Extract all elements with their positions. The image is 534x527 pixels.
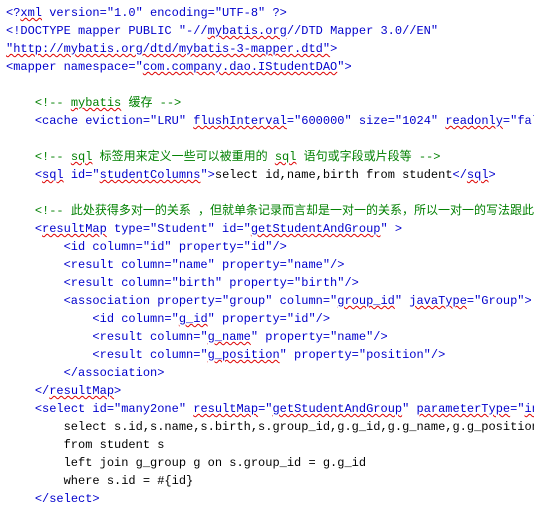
code-line: </resultMap>: [6, 382, 528, 400]
code-line: <resultMap type="Student" id="getStudent…: [6, 220, 528, 238]
code-line: <association property="group" column="gr…: [6, 292, 528, 310]
code-line: [6, 184, 528, 202]
code-line: where s.id = #{id}: [6, 472, 528, 490]
code-line: <result column="g_name" property="name"/…: [6, 328, 528, 346]
code-line: <cache eviction="LRU" flushInterval="600…: [6, 112, 528, 130]
code-line: <?xml version="1.0" encoding="UTF-8" ?>: [6, 4, 528, 22]
code-line: "http://mybatis.org/dtd/mybatis-3-mapper…: [6, 40, 528, 58]
code-line: <!-- 此处获得多对一的关系 ，但就单条记录而言却是一对一的关系，所以一对一的…: [6, 202, 528, 220]
code-line: </association>: [6, 364, 528, 382]
code-line: <result column="g_position" property="po…: [6, 346, 528, 364]
code-line: from student s: [6, 436, 528, 454]
code-line: </select>: [6, 490, 528, 508]
code-block: <?xml version="1.0" encoding="UTF-8" ?><…: [6, 4, 528, 508]
code-line: <mapper namespace="com.company.dao.IStud…: [6, 58, 528, 76]
code-line: <select id="many2one" resultMap="getStud…: [6, 400, 528, 418]
code-line: <result column="name" property="name"/>: [6, 256, 528, 274]
code-line: <result column="birth" property="birth"/…: [6, 274, 528, 292]
code-line: <!DOCTYPE mapper PUBLIC "-//mybatis.org/…: [6, 22, 528, 40]
code-line: left join g_group g on s.group_id = g.g_…: [6, 454, 528, 472]
code-line: select s.id,s.name,s.birth,s.group_id,g.…: [6, 418, 528, 436]
code-line: [6, 76, 528, 94]
code-line: <sql id="studentColumns">select id,name,…: [6, 166, 528, 184]
code-line: [6, 130, 528, 148]
code-line: <!-- mybatis 缓存 -->: [6, 94, 528, 112]
code-line: <!-- sql 标签用来定义一些可以被重用的 sql 语句或字段或片段等 --…: [6, 148, 528, 166]
code-line: <id column="g_id" property="id"/>: [6, 310, 528, 328]
code-line: <id column="id" property="id"/>: [6, 238, 528, 256]
